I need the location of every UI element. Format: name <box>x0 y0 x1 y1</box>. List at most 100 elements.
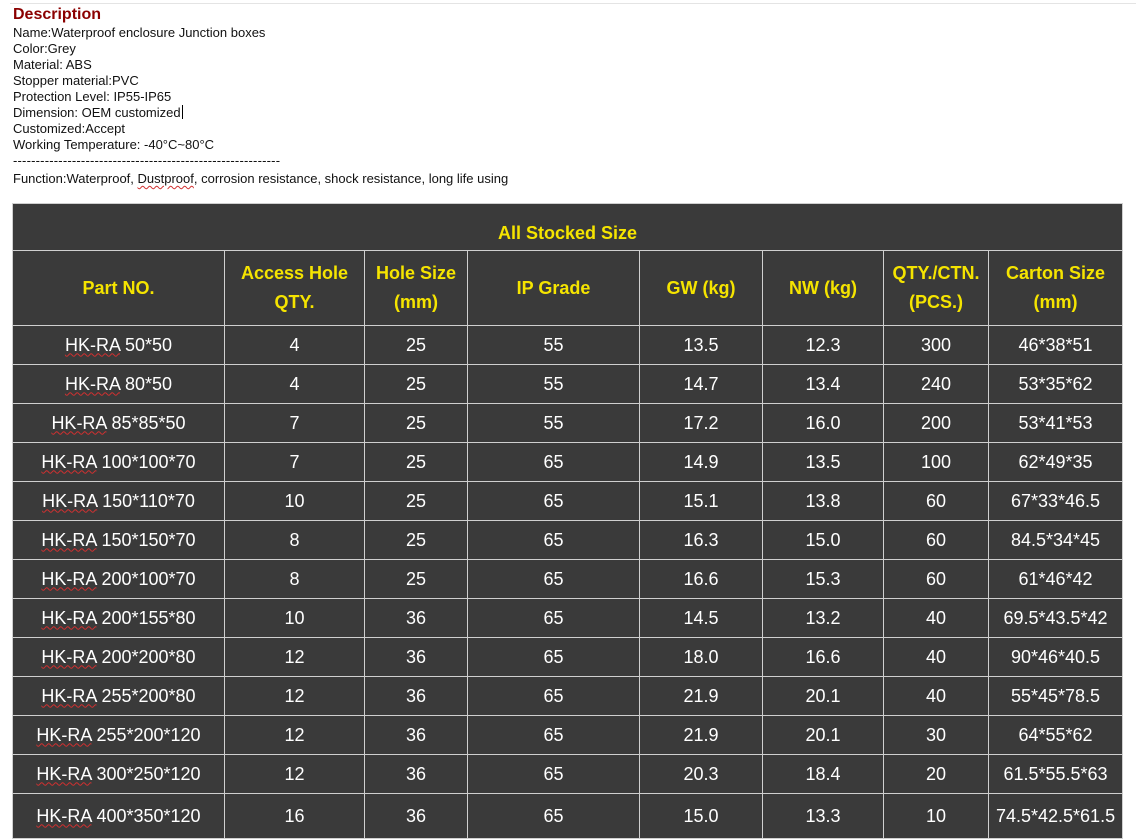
cell-hole-size: 25 <box>364 559 468 599</box>
cell-qty-ctn: 60 <box>883 520 989 560</box>
cell-carton-size: 67*33*46.5 <box>987 481 1124 521</box>
cell-part-no: HK-RA 150*150*70 <box>12 520 225 560</box>
cell-carton-size: 55*45*78.5 <box>987 676 1124 716</box>
header-hole-size-line-2: (mm) <box>394 292 438 312</box>
header-carton-size: Carton Size (mm) <box>987 250 1124 326</box>
cell-qty-ctn: 60 <box>883 559 989 599</box>
cell-gw: 21.9 <box>639 715 763 755</box>
cell-gw: 15.0 <box>639 793 763 839</box>
cell-carton-size: 46*38*51 <box>987 325 1124 365</box>
table-row: HK-RA 400*350*120 16 36 65 15.0 13.3 10 74.5*42… <box>12 793 1124 839</box>
cell-ip-grade: 65 <box>467 598 640 638</box>
cell-access-hole-qty: 10 <box>224 481 365 521</box>
cell-nw: 16.6 <box>762 637 884 677</box>
cell-hole-size: 36 <box>364 676 468 716</box>
cell-qty-ctn: 30 <box>883 715 989 755</box>
function-text-spellcheck: Dustproof <box>137 171 194 186</box>
desc-dimension-text: Dimension: OEM customized <box>13 105 181 120</box>
cell-ip-grade: 65 <box>467 793 640 839</box>
part-prefix: HK-RA <box>41 607 97 628</box>
cell-gw: 14.5 <box>639 598 763 638</box>
cell-carton-size: 69.5*43.5*42 <box>987 598 1124 638</box>
part-size: 80*50 <box>124 373 173 394</box>
header-hole-size-line-1: Hole Size <box>375 263 457 283</box>
cell-access-hole-qty: 4 <box>224 364 365 404</box>
part-size: 50*50 <box>124 334 173 355</box>
header-ip-grade: IP Grade <box>467 250 640 326</box>
cell-nw: 13.5 <box>762 442 884 482</box>
table-row: HK-RA 50*50 4 25 55 13.5 12.3 300 46*38*51 <box>12 325 1124 365</box>
header-hole-size: Hole Size (mm) <box>364 250 468 326</box>
cell-ip-grade: 65 <box>467 559 640 599</box>
desc-customized: Customized:Accept <box>13 121 125 136</box>
desc-color: Color:Grey <box>13 41 76 56</box>
part-size: 255*200*80 <box>101 685 196 706</box>
part-prefix: HK-RA <box>36 763 92 784</box>
cell-access-hole-qty: 8 <box>224 520 365 560</box>
desc-working-temperature: Working Temperature: -40°C~80°C <box>13 137 215 152</box>
cell-access-hole-qty: 12 <box>224 676 365 716</box>
table-body: HK-RA 50*50 4 25 55 13.5 12.3 300 46*38*51 HK-RA… <box>12 325 1124 839</box>
cell-nw: 20.1 <box>762 715 884 755</box>
cell-carton-size: 90*46*40.5 <box>987 637 1124 677</box>
cell-nw: 20.1 <box>762 676 884 716</box>
cell-nw: 13.2 <box>762 598 884 638</box>
cell-qty-ctn: 40 <box>883 676 989 716</box>
table-title: All Stocked Size <box>11 203 1124 251</box>
cell-qty-ctn: 60 <box>883 481 989 521</box>
header-carton-size-line-2: (mm) <box>1033 292 1078 312</box>
cell-ip-grade: 65 <box>467 676 640 716</box>
cell-hole-size: 36 <box>364 637 468 677</box>
header-qty-ctn-line-1: QTY./CTN. <box>892 263 980 283</box>
table-header-row: Part NO. Access Hole QTY. Hole Size (mm) IP G… <box>12 250 1124 326</box>
cell-ip-grade: 65 <box>467 715 640 755</box>
part-prefix: HK-RA <box>41 529 97 550</box>
cell-part-no: HK-RA 100*100*70 <box>12 442 225 482</box>
cell-access-hole-qty: 12 <box>224 637 365 677</box>
cell-nw: 13.8 <box>762 481 884 521</box>
cell-ip-grade: 55 <box>467 403 640 443</box>
desc-protection-level: Protection Level: IP55-IP65 <box>13 89 172 104</box>
cell-part-no: HK-RA 50*50 <box>12 325 225 365</box>
part-size: 200*100*70 <box>101 568 196 589</box>
desc-name: Name:Waterproof enclosure Junction boxes <box>13 25 266 40</box>
cell-nw: 18.4 <box>762 754 884 794</box>
cell-part-no: HK-RA 255*200*120 <box>12 715 225 755</box>
desc-separator: ----------------------------------------… <box>13 153 281 168</box>
cell-nw: 15.3 <box>762 559 884 599</box>
cell-qty-ctn: 20 <box>883 754 989 794</box>
part-size: 100*100*70 <box>101 451 196 472</box>
header-access-hole-qty: Access Hole QTY. <box>224 250 365 326</box>
cell-hole-size: 36 <box>364 715 468 755</box>
cell-ip-grade: 65 <box>467 754 640 794</box>
table-row: HK-RA 255*200*120 12 36 65 21.9 20.1 30 64*55*6… <box>12 715 1124 755</box>
cell-carton-size: 64*55*62 <box>987 715 1124 755</box>
part-prefix: HK-RA <box>41 685 97 706</box>
part-size: 200*155*80 <box>101 607 196 628</box>
cell-part-no: HK-RA 200*100*70 <box>12 559 225 599</box>
part-size: 200*200*80 <box>101 646 196 667</box>
cell-gw: 14.9 <box>639 442 763 482</box>
cell-part-no: HK-RA 400*350*120 <box>12 793 225 839</box>
cell-hole-size: 36 <box>364 754 468 794</box>
cell-hole-size: 25 <box>364 364 468 404</box>
cell-gw: 20.3 <box>639 754 763 794</box>
cell-gw: 13.5 <box>639 325 763 365</box>
table-row: HK-RA 150*110*70 10 25 65 15.1 13.8 60 67*33*46… <box>12 481 1124 521</box>
part-prefix: HK-RA <box>51 412 107 433</box>
cell-part-no: HK-RA 150*110*70 <box>12 481 225 521</box>
cell-nw: 15.0 <box>762 520 884 560</box>
cell-ip-grade: 65 <box>467 442 640 482</box>
cell-ip-grade: 65 <box>467 481 640 521</box>
cell-hole-size: 25 <box>364 442 468 482</box>
part-size: 150*150*70 <box>101 529 196 550</box>
header-nw: NW (kg) <box>762 250 884 326</box>
cell-access-hole-qty: 4 <box>224 325 365 365</box>
desc-dimension[interactable]: Dimension: OEM customized <box>13 105 508 121</box>
top-divider <box>10 3 1136 4</box>
cell-carton-size: 53*35*62 <box>987 364 1124 404</box>
part-size: 255*200*120 <box>96 724 201 745</box>
function-text-pre: Function:Waterproof, <box>13 171 138 186</box>
cell-part-no: HK-RA 85*85*50 <box>12 403 225 443</box>
header-qty-ctn: QTY./CTN. (PCS.) <box>883 250 989 326</box>
